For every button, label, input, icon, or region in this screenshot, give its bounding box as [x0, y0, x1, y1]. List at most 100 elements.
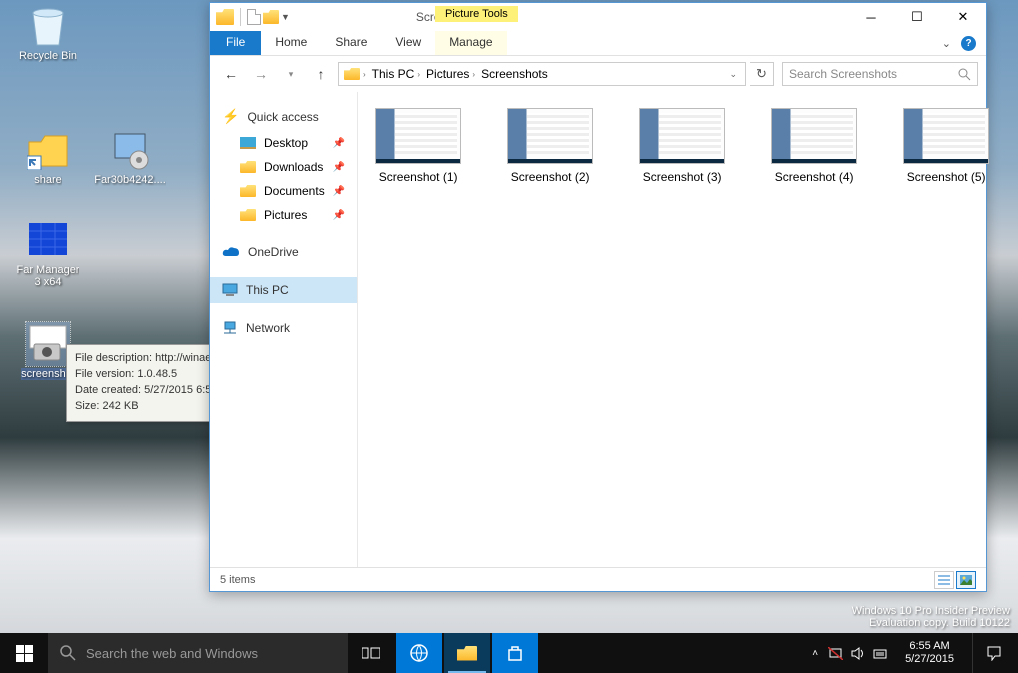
- search-icon: [958, 68, 971, 81]
- file-item[interactable]: Screenshot (2): [498, 108, 602, 184]
- ribbon-expand-icon[interactable]: ⌄: [942, 37, 951, 50]
- thumbnail-icon: [903, 108, 989, 164]
- thumbnail-icon: [507, 108, 593, 164]
- tray-overflow-icon[interactable]: ˄: [812, 648, 818, 659]
- desktop-icon-far-installer[interactable]: Far30b4242....: [94, 128, 166, 186]
- folder-icon: [240, 209, 256, 221]
- maximize-button[interactable]: ☐: [894, 3, 940, 31]
- search-icon: [60, 645, 76, 661]
- desktop-icon-label: Recycle Bin: [19, 50, 77, 62]
- pin-icon: 📌: [333, 210, 345, 221]
- file-item[interactable]: Screenshot (1): [366, 108, 470, 184]
- quick-access-toolbar: ▼: [210, 8, 296, 26]
- thumbnail-icon: [771, 108, 857, 164]
- desktop-icon-recycle-bin[interactable]: Recycle Bin: [12, 4, 84, 62]
- folder-icon[interactable]: [216, 9, 234, 25]
- history-dropdown[interactable]: ▾: [278, 61, 304, 87]
- breadcrumb-seg[interactable]: Screenshots: [481, 67, 548, 81]
- file-list[interactable]: Screenshot (1) Screenshot (2) Screenshot…: [358, 92, 1006, 567]
- folder-icon: [240, 185, 256, 197]
- nav-pane: ⚡Quick access Desktop📌 Downloads📌 Docume…: [210, 92, 358, 567]
- file-label: Screenshot (3): [643, 170, 722, 184]
- nav-toolbar: ← → ▾ ↑ › This PC› Pictures› Screenshots…: [210, 56, 986, 92]
- folder-shortcut-icon: [26, 128, 70, 172]
- explorer-window: ▼ Picture Tools Screenshots ─ ☐ ✕ File H…: [209, 2, 987, 592]
- nav-item-documents[interactable]: Documents📌: [210, 179, 357, 203]
- pin-icon: 📌: [333, 162, 345, 173]
- task-view-button[interactable]: [348, 633, 394, 673]
- taskbar: Search the web and Windows ˄ 6:55 AM 5/2…: [0, 633, 1018, 673]
- thumbnail-icon: [639, 108, 725, 164]
- tab-file[interactable]: File: [210, 31, 261, 55]
- clock[interactable]: 6:55 AM 5/27/2015: [897, 640, 962, 666]
- tab-home[interactable]: Home: [261, 31, 321, 55]
- edge-icon: [410, 644, 428, 662]
- refresh-button[interactable]: ↻: [750, 62, 774, 86]
- file-item[interactable]: Screenshot (3): [630, 108, 734, 184]
- new-folder-icon[interactable]: [263, 10, 279, 24]
- desktop-icon-label: Far Manager 3 x64: [17, 264, 80, 288]
- screenshot-app-icon: [26, 322, 70, 366]
- watermark: Windows 10 Pro Insider Preview Evaluatio…: [852, 605, 1010, 629]
- address-dropdown-icon[interactable]: ⌄: [723, 69, 743, 80]
- titlebar[interactable]: ▼ Picture Tools Screenshots ─ ☐ ✕: [210, 3, 986, 31]
- desktop-icon: [240, 137, 256, 149]
- taskbar-search[interactable]: Search the web and Windows: [48, 633, 348, 673]
- help-icon[interactable]: ?: [961, 36, 976, 51]
- task-view-icon: [362, 646, 380, 660]
- close-button[interactable]: ✕: [940, 3, 986, 31]
- folder-icon: [344, 68, 360, 80]
- nav-onedrive[interactable]: OneDrive: [210, 239, 357, 265]
- thumbnails-view-button[interactable]: [956, 571, 976, 589]
- file-item[interactable]: Screenshot (4): [762, 108, 866, 184]
- windows-logo-icon: [16, 645, 33, 662]
- file-item[interactable]: Screenshot (5): [894, 108, 998, 184]
- star-icon: ⚡: [222, 108, 239, 125]
- far-manager-icon: [26, 218, 70, 262]
- action-center-button[interactable]: [972, 633, 1014, 673]
- pin-icon: 📌: [333, 186, 345, 197]
- context-tab-label: Picture Tools: [435, 6, 518, 22]
- tab-view[interactable]: View: [381, 31, 435, 55]
- desktop-icon-far-manager[interactable]: Far Manager 3 x64: [12, 218, 84, 288]
- file-label: Screenshot (1): [379, 170, 458, 184]
- tab-share[interactable]: Share: [321, 31, 381, 55]
- network-tray-icon[interactable]: [828, 647, 843, 660]
- store-icon: [507, 645, 523, 661]
- explorer-taskbar-button[interactable]: [444, 633, 490, 673]
- input-tray-icon[interactable]: [873, 647, 887, 660]
- pc-icon: [222, 283, 238, 297]
- nav-quick-access[interactable]: ⚡Quick access: [210, 102, 357, 131]
- details-view-button[interactable]: [934, 571, 954, 589]
- breadcrumb-seg[interactable]: Pictures: [426, 67, 469, 81]
- search-input[interactable]: Search Screenshots: [782, 62, 978, 86]
- qat-dropdown-icon[interactable]: ▼: [281, 12, 290, 22]
- installer-icon: [108, 128, 152, 172]
- start-button[interactable]: [0, 633, 48, 673]
- file-label: Screenshot (5): [907, 170, 986, 184]
- pin-icon: 📌: [333, 138, 345, 149]
- edge-button[interactable]: [396, 633, 442, 673]
- minimize-button[interactable]: ─: [848, 3, 894, 31]
- desktop-icon-share[interactable]: share: [12, 128, 84, 186]
- status-bar: 5 items: [210, 567, 986, 591]
- forward-button[interactable]: →: [248, 61, 274, 87]
- breadcrumb-seg[interactable]: This PC: [372, 67, 415, 81]
- nav-item-downloads[interactable]: Downloads📌: [210, 155, 357, 179]
- system-tray: ˄ 6:55 AM 5/27/2015: [808, 633, 1018, 673]
- recycle-bin-icon: [26, 4, 70, 48]
- onedrive-icon: [222, 246, 240, 258]
- folder-icon: [457, 646, 477, 661]
- back-button[interactable]: ←: [218, 61, 244, 87]
- nav-item-pictures[interactable]: Pictures📌: [210, 203, 357, 227]
- folder-icon: [240, 161, 256, 173]
- nav-this-pc[interactable]: This PC: [210, 277, 357, 303]
- tab-manage[interactable]: Manage: [435, 31, 506, 55]
- nav-item-desktop[interactable]: Desktop📌: [210, 131, 357, 155]
- address-bar[interactable]: › This PC› Pictures› Screenshots ⌄: [338, 62, 746, 86]
- store-button[interactable]: [492, 633, 538, 673]
- volume-tray-icon[interactable]: [851, 647, 865, 660]
- nav-network[interactable]: Network: [210, 315, 357, 341]
- properties-icon[interactable]: [247, 9, 261, 25]
- up-button[interactable]: ↑: [308, 61, 334, 87]
